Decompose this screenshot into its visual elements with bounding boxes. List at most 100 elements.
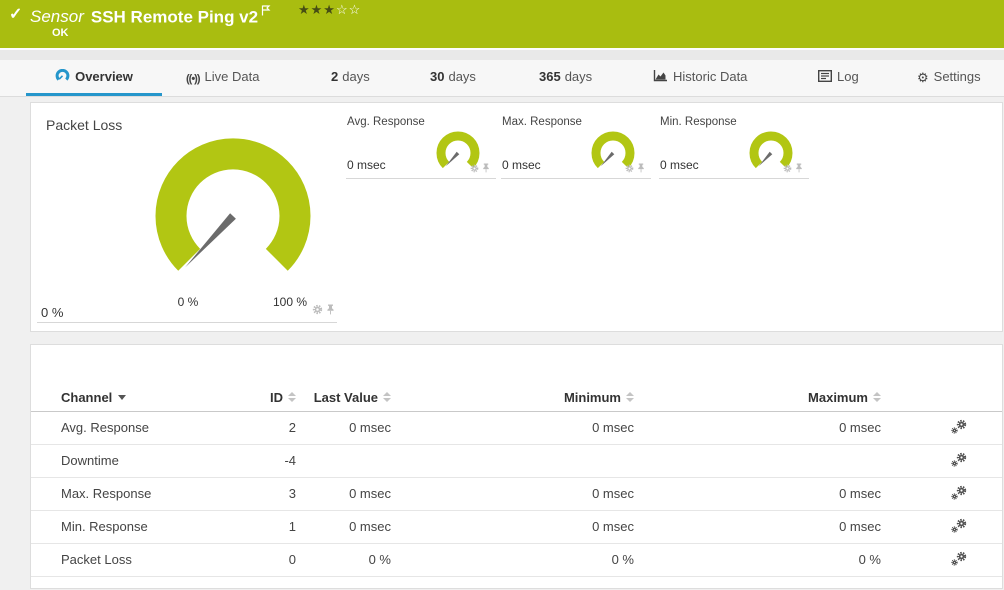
gauge-value: 0 msec [660, 158, 699, 172]
tab-log[interactable]: Log [817, 60, 859, 96]
column-header-last-value[interactable]: Last Value [296, 385, 391, 412]
column-header-minimum[interactable]: Minimum [391, 385, 634, 412]
gauge-needle [758, 151, 773, 167]
tab-number: 365 [539, 69, 561, 84]
tab-historic-data[interactable]: Historic Data [653, 60, 747, 96]
tab-label: Live Data [204, 69, 260, 84]
status-ok-check-icon: ✓ [9, 6, 23, 23]
sensor-title-line: Sensor SSH Remote Ping v2 [30, 3, 271, 27]
sensor-type-label: Sensor [30, 7, 84, 27]
tab-number: 30 [430, 69, 445, 84]
packet-loss-gauge-widget: Packet Loss 0 % 100 % 0 % [37, 109, 337, 323]
gauge-settings-gear-icon[interactable] [312, 302, 323, 320]
tab-30-days[interactable]: 30 days [430, 60, 476, 96]
flag-icon[interactable] [261, 3, 271, 21]
tab-live-data[interactable]: ((•)) Live Data [186, 60, 259, 96]
channel-minimum: 0 msec [391, 411, 634, 445]
channel-name[interactable]: Packet Loss [31, 543, 261, 577]
sort-desc-icon [118, 395, 127, 401]
channel-name[interactable]: Max. Response [31, 477, 261, 511]
channel-minimum: 0 msec [391, 477, 634, 511]
tab-overview[interactable]: Overview [26, 60, 162, 96]
log-icon [817, 61, 833, 95]
table-row[interactable]: Packet Loss 0 0 % 0 % 0 % [31, 543, 1002, 577]
channel-settings-gears-icon[interactable] [951, 452, 967, 467]
channel-id: 3 [261, 477, 296, 511]
gauge-title: Min. Response [660, 116, 737, 128]
channel-settings-gears-icon[interactable] [951, 485, 967, 500]
tab-number: 2 [331, 69, 339, 84]
pin-icon[interactable] [326, 302, 335, 320]
pin-icon[interactable] [482, 160, 490, 178]
channel-maximum: 0 % [634, 543, 881, 577]
column-header-id[interactable]: ID [261, 385, 296, 412]
channel-maximum: 0 msec [634, 411, 881, 445]
column-header-maximum[interactable]: Maximum [634, 385, 881, 412]
channel-name[interactable]: Avg. Response [31, 411, 261, 445]
pin-icon[interactable] [795, 160, 803, 178]
tab-label: Log [837, 69, 859, 84]
column-header-actions [881, 385, 1002, 412]
gauge-needle [445, 151, 460, 167]
channels-table: Channel ID Last Value Minimum Maximum Av… [31, 385, 1002, 577]
table-row[interactable]: Avg. Response 2 0 msec 0 msec 0 msec [31, 411, 1002, 445]
priority-stars[interactable]: ★★★☆☆ [298, 2, 361, 18]
gauge-settings-gear-icon[interactable] [625, 160, 634, 178]
gear-icon: ⚙ [917, 70, 929, 85]
gauge-settings-gear-icon[interactable] [783, 160, 792, 178]
live-data-icon: ((•)) [186, 73, 200, 85]
header-gap [0, 48, 1004, 60]
star-filled-icons[interactable]: ★★★ [298, 2, 336, 17]
channel-last-value: 0 msec [296, 411, 391, 445]
gauge-value: 0 % [41, 305, 64, 320]
channel-last-value: 0 % [296, 543, 391, 577]
channel-last-value [296, 444, 391, 478]
channel-last-value: 0 msec [296, 477, 391, 511]
channel-last-value: 0 msec [296, 510, 391, 544]
channel-maximum: 0 msec [634, 477, 881, 511]
channel-id: 2 [261, 411, 296, 445]
gauge-value: 0 msec [502, 158, 541, 172]
channel-id: 0 [261, 543, 296, 577]
gauges-panel: Packet Loss 0 % 100 % 0 % Avg. Response … [30, 102, 1003, 332]
column-header-channel[interactable]: Channel [31, 385, 261, 412]
pin-icon[interactable] [637, 160, 645, 178]
packet-loss-gauge [155, 138, 311, 271]
avg-response-gauge-widget: Avg. Response 0 msec [346, 113, 496, 179]
table-row[interactable]: Downtime -4 [31, 444, 1002, 478]
channel-settings-gears-icon[interactable] [951, 551, 967, 566]
gauge-title: Avg. Response [347, 116, 425, 128]
sensor-tab-bar: Overview ((•)) Live Data 2 days 30 days 365… [0, 60, 1004, 97]
gauge-title: Packet Loss [46, 117, 123, 133]
channel-minimum: 0 msec [391, 510, 634, 544]
table-row[interactable]: Min. Response 1 0 msec 0 msec 0 msec [31, 510, 1002, 544]
channel-settings-gears-icon[interactable] [951, 518, 967, 533]
channel-settings-gears-icon[interactable] [951, 419, 967, 434]
min-response-gauge-widget: Min. Response 0 msec [659, 113, 809, 179]
max-response-gauge-widget: Max. Response 0 msec [501, 113, 651, 179]
tab-label: days [564, 69, 593, 84]
channels-panel: Channel ID Last Value Minimum Maximum Av… [30, 344, 1003, 589]
tab-365-days[interactable]: 365 days [539, 60, 592, 96]
star-empty-icons[interactable]: ☆☆ [336, 2, 361, 17]
table-header-row: Channel ID Last Value Minimum Maximum [31, 385, 1002, 412]
historic-data-icon [653, 61, 668, 95]
tab-label: Overview [75, 69, 133, 84]
tab-settings[interactable]: ⚙ Settings [917, 60, 981, 96]
gauge-settings-gear-icon[interactable] [470, 160, 479, 178]
channel-name[interactable]: Downtime [31, 444, 261, 478]
table-row[interactable]: Max. Response 3 0 msec 0 msec 0 msec [31, 477, 1002, 511]
gauge-value: 0 msec [347, 158, 386, 172]
channel-name[interactable]: Min. Response [31, 510, 261, 544]
channel-maximum: 0 msec [634, 510, 881, 544]
sort-icon [288, 392, 296, 403]
tab-2-days[interactable]: 2 days [331, 60, 370, 96]
gauge-scale-min: 0 % [177, 295, 199, 309]
page-title: SSH Remote Ping v2 [90, 7, 259, 27]
channel-minimum: 0 % [391, 543, 634, 577]
tab-label: Settings [933, 69, 981, 84]
channel-maximum [634, 444, 881, 478]
sort-icon [626, 392, 634, 403]
sensor-header: ✓ Sensor SSH Remote Ping v2 ★★★☆☆ OK [0, 0, 1004, 48]
gauge-needle [600, 151, 615, 167]
